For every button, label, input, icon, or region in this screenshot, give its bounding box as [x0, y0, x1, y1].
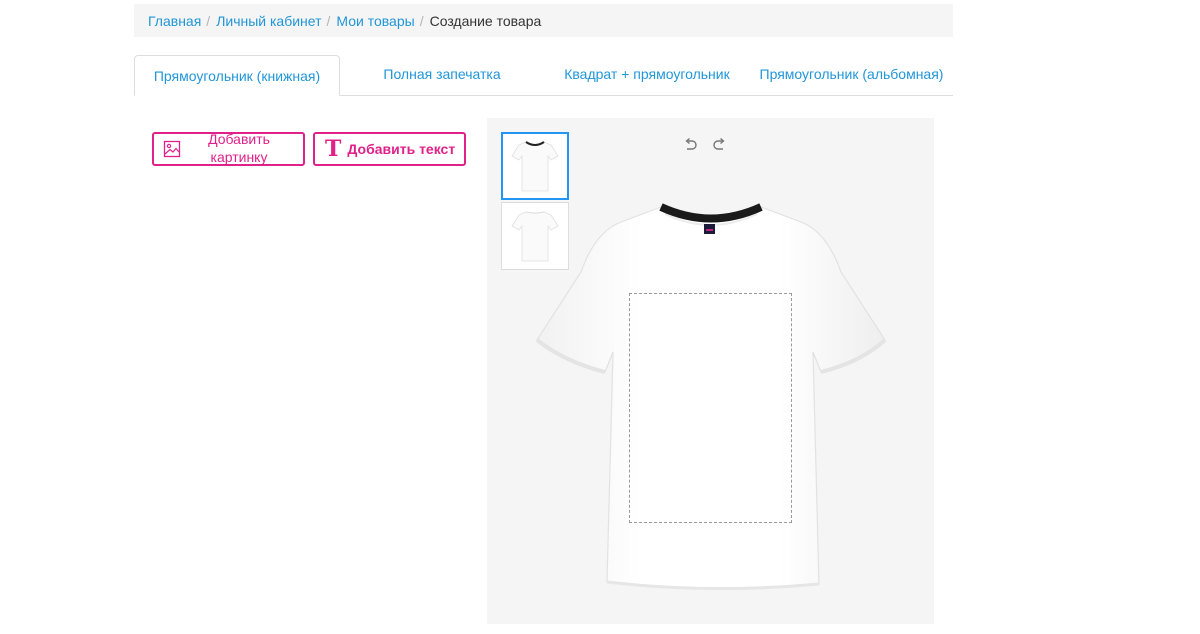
tab-square-rectangle[interactable]: Квадрат + прямоугольник	[544, 55, 750, 96]
breadcrumb-separator: /	[206, 12, 211, 29]
view-thumbnail-front[interactable]	[501, 132, 569, 200]
add-text-button[interactable]: T Добавить текст	[313, 132, 466, 166]
tab-full-print[interactable]: Полная запечатка	[340, 55, 544, 96]
breadcrumb-separator: /	[326, 12, 331, 29]
tab-landscape-rectangle[interactable]: Прямоугольник (альбомная)	[750, 55, 953, 96]
text-T-icon: T	[325, 136, 342, 162]
tab-portrait-rectangle[interactable]: Прямоугольник (книжная)	[134, 55, 340, 96]
breadcrumb-separator: /	[419, 12, 424, 29]
add-image-button[interactable]: Добавить картинку	[152, 131, 305, 166]
add-text-label: Добавить текст	[347, 141, 456, 157]
undo-icon[interactable]	[682, 137, 698, 158]
image-icon	[163, 140, 181, 158]
breadcrumb-link-home[interactable]: Главная	[148, 13, 201, 29]
redo-icon[interactable]	[712, 137, 728, 158]
add-image-label: Добавить картинку	[208, 131, 270, 165]
breadcrumb-current: Создание товара	[429, 12, 542, 29]
editor-canvas	[487, 118, 934, 624]
layout-tabs: Прямоугольник (книжная) Полная запечатка…	[134, 55, 953, 96]
breadcrumb-link-my-products[interactable]: Мои товары	[336, 13, 414, 29]
breadcrumb: Главная / Личный кабинет / Мои товары / …	[134, 4, 953, 37]
breadcrumb-link-account[interactable]: Личный кабинет	[216, 13, 321, 29]
print-area[interactable]	[629, 293, 792, 523]
